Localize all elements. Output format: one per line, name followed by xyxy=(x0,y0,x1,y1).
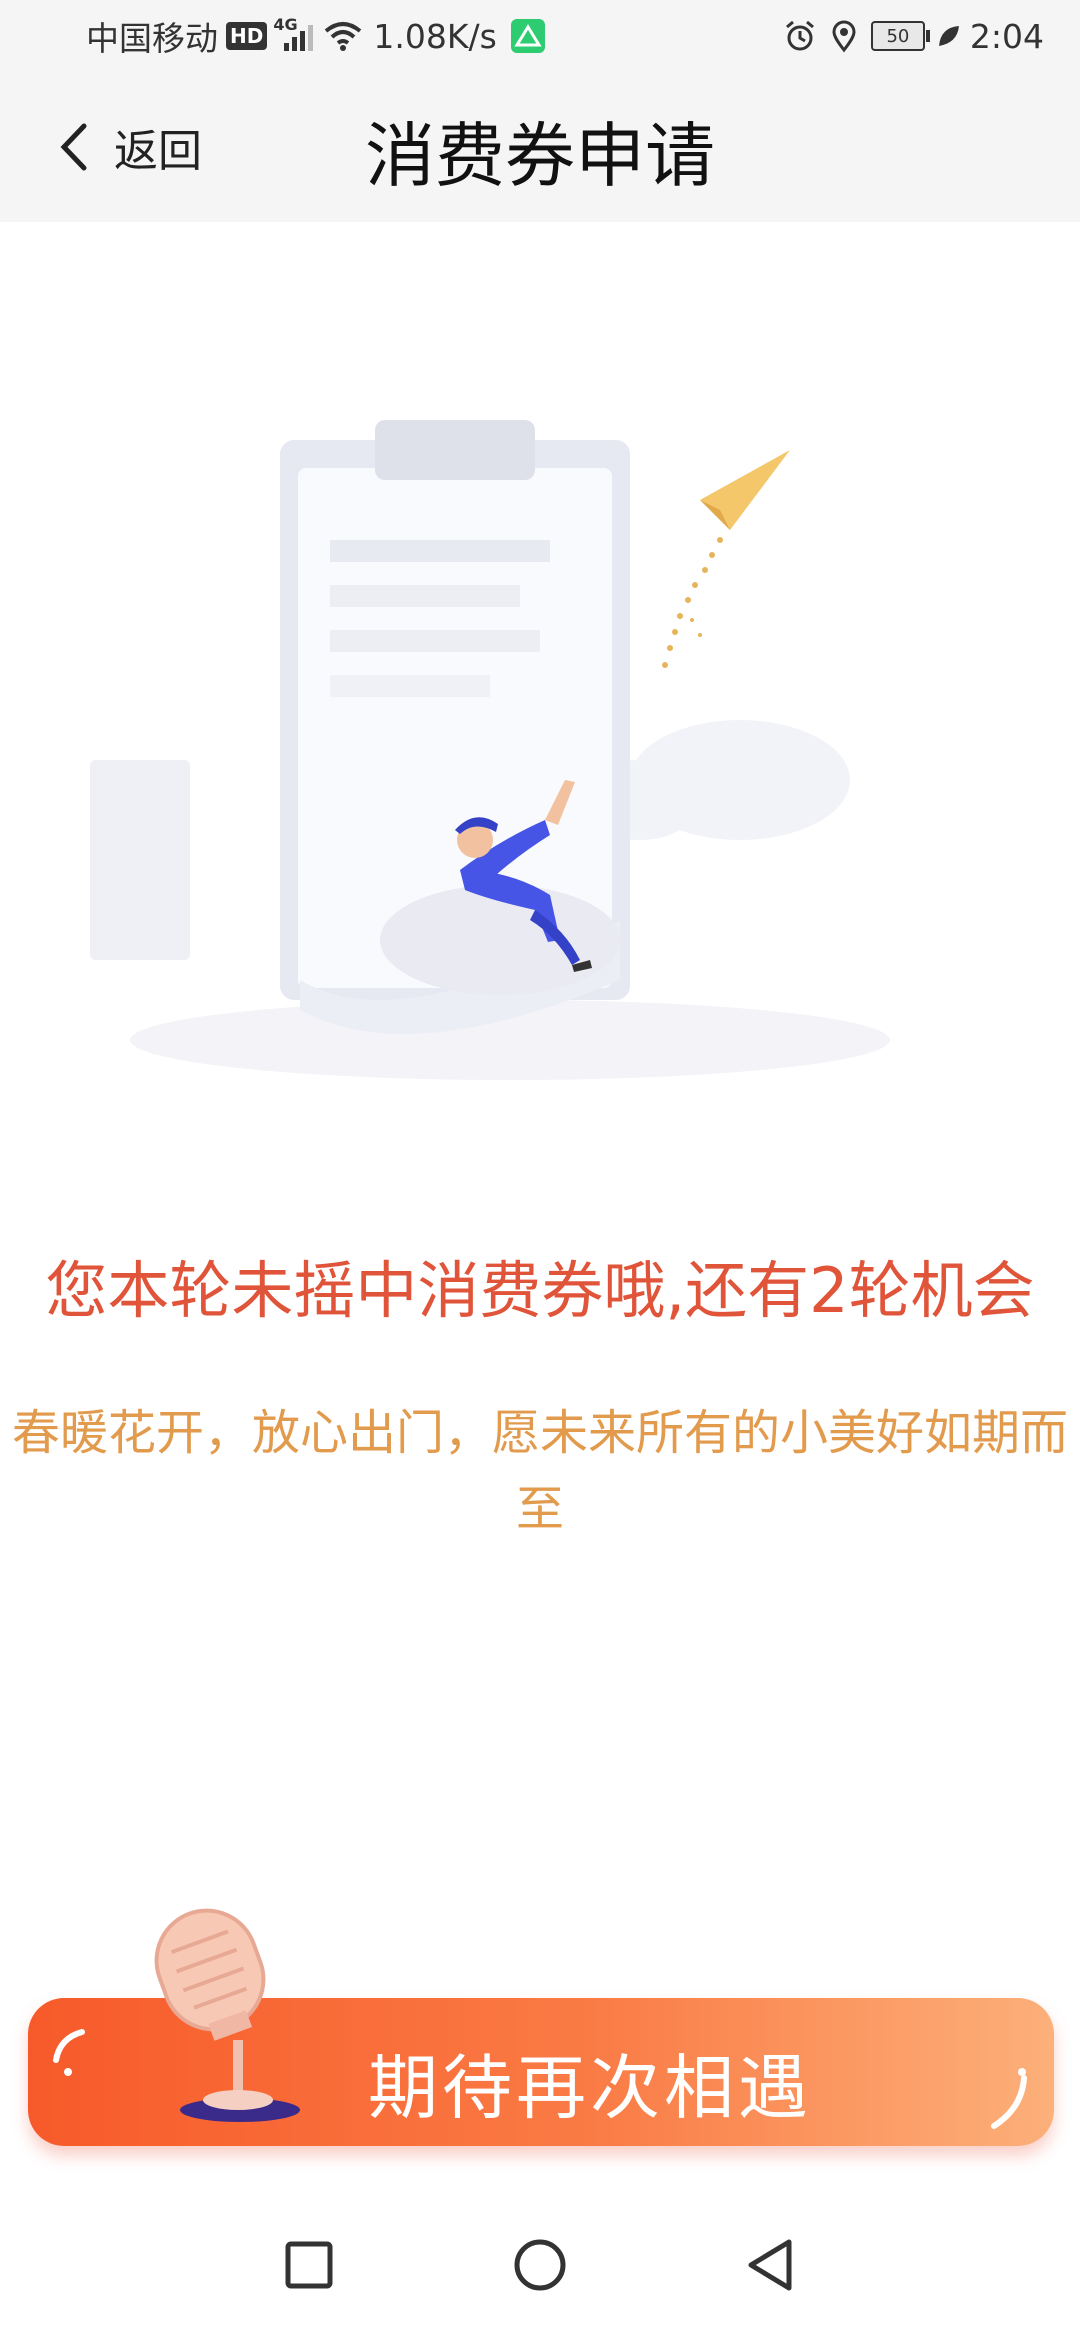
cellular-signal-icon: 4G xyxy=(273,15,314,53)
empty-state-illustration xyxy=(90,420,890,1080)
carrier-name: 中国移动 xyxy=(86,19,218,58)
wifi-icon xyxy=(325,22,362,51)
result-message: 您本轮未摇中消费券哦,还有2轮机会 xyxy=(45,1254,1035,1327)
status-left: 中国移动 HD 4G 1.08K/s xyxy=(86,14,545,58)
status-bar: 中国移动 HD 4G 1.08K/s 50 2:04 xyxy=(0,0,1080,72)
microphone-icon xyxy=(154,1908,300,2122)
alarm-icon xyxy=(785,20,814,51)
recent-apps-icon[interactable] xyxy=(274,2230,344,2300)
battery-icon: 50 xyxy=(870,21,930,51)
sparkle-decoration-icon xyxy=(53,2029,85,2076)
app-header: 返回 消费券申请 xyxy=(0,72,1080,222)
meet-again-label: 期待再次相遇 xyxy=(368,2047,812,2129)
status-right: 50 2:04 xyxy=(773,14,1044,58)
clock: 2:04 xyxy=(969,16,1044,56)
home-icon[interactable] xyxy=(505,2230,575,2300)
leaf-icon xyxy=(938,26,959,46)
blessing-message: 春暖花开，放心出门，愿未来所有的小美好如期而至 xyxy=(12,1405,1069,1537)
network-speed: 1.08K/s xyxy=(373,16,497,56)
back-nav-icon[interactable] xyxy=(737,2230,807,2300)
battery-level: 50 xyxy=(870,21,925,51)
system-navigation-bar xyxy=(0,2190,1080,2340)
hd-icon: HD xyxy=(226,22,268,50)
sparkle-decoration-icon xyxy=(991,2068,1027,2129)
app-notification-icon xyxy=(510,19,545,53)
page-title: 消费券申请 xyxy=(365,115,715,197)
location-icon xyxy=(832,20,856,53)
